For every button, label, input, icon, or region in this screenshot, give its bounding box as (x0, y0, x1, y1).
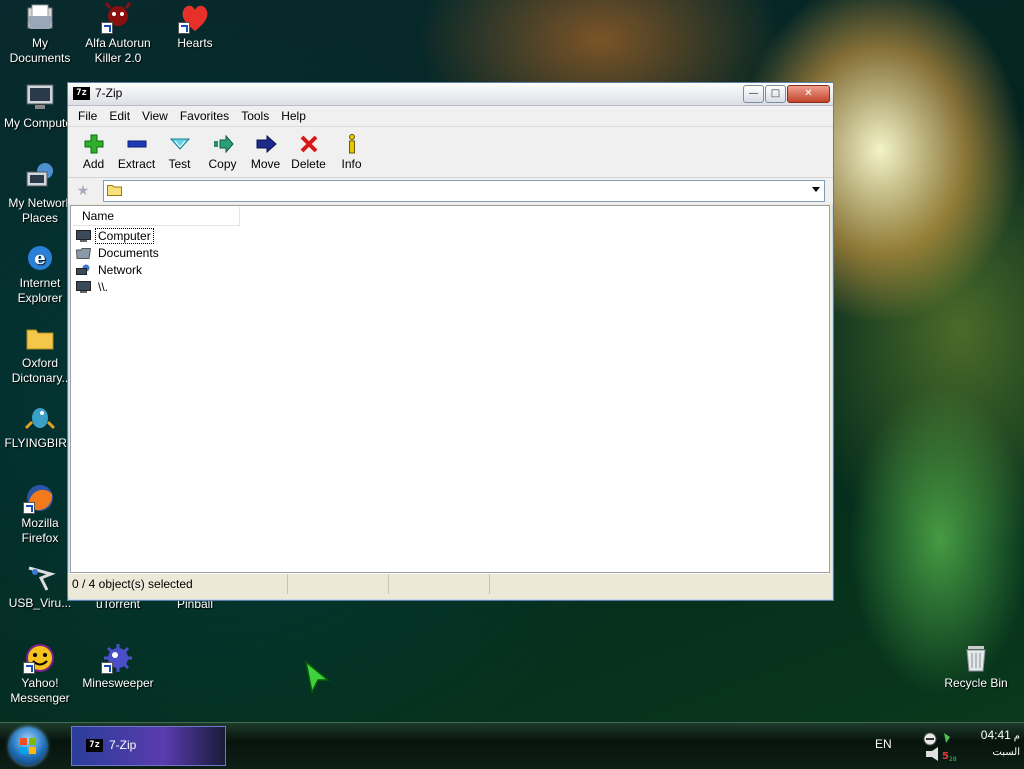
device-icon (76, 280, 92, 293)
desktop-icon-yahoo-messenger[interactable]: Yahoo! Messenger (0, 642, 80, 706)
hearts-icon (178, 2, 212, 34)
calendar-tray-icon[interactable]: 5 28 (942, 751, 957, 763)
my-computer-icon (23, 82, 57, 114)
close-button[interactable]: ✕ (787, 85, 830, 103)
recycle-bin-icon (959, 642, 993, 674)
minimize-button[interactable]: — (743, 85, 764, 103)
oxford-dictionary-folder-icon (23, 322, 57, 354)
flyingbird-icon (23, 402, 57, 434)
menu-favorites[interactable]: Favorites (174, 109, 235, 123)
menu-file[interactable]: File (72, 109, 103, 123)
move-icon (256, 134, 277, 154)
copy-icon (213, 134, 234, 154)
add-icon (84, 134, 103, 154)
toolbar: Add Extract Test Copy Move Delete Info (68, 127, 833, 178)
list-item[interactable]: Documents (76, 244, 161, 261)
address-combobox[interactable] (103, 180, 825, 202)
folder-icon (107, 184, 122, 199)
delete-button[interactable]: Delete (287, 127, 330, 177)
status-cell-info (490, 574, 824, 594)
svg-text:e: e (34, 248, 45, 269)
menu-help[interactable]: Help (275, 109, 312, 123)
move-button[interactable]: Move (244, 127, 287, 177)
mouse-cursor-icon (304, 660, 332, 697)
clock-ampm: م (1013, 731, 1020, 742)
7zip-window: 7z 7-Zip — □ ✕ File Edit View Favorites … (67, 82, 834, 601)
7zip-app-icon: 7z (73, 87, 90, 100)
file-list[interactable]: Name Computer Documents Network \\. (70, 205, 830, 573)
maximize-icon: □ (770, 88, 781, 99)
shortcut-arrow-icon (23, 662, 35, 674)
minesweeper-icon (101, 642, 135, 674)
yahoo-messenger-icon (23, 642, 57, 674)
menu-edit[interactable]: Edit (103, 109, 136, 123)
documents-icon (76, 246, 92, 259)
test-icon (169, 138, 190, 150)
language-indicator[interactable]: EN (875, 737, 892, 751)
internet-explorer-icon: e (23, 242, 57, 274)
list-item[interactable]: Network (76, 261, 161, 278)
minimize-icon: — (748, 88, 759, 99)
info-button[interactable]: Info (330, 127, 373, 177)
window-controls: — □ ✕ (743, 85, 830, 103)
usb-virus-icon (23, 562, 57, 594)
test-button[interactable]: Test (158, 127, 201, 177)
shortcut-arrow-icon (101, 662, 113, 674)
7zip-taskbar-icon: 7z (86, 739, 103, 752)
menu-bar: File Edit View Favorites Tools Help (68, 106, 833, 127)
taskbar: 7z 7-Zip EN 5 28 04:41 م السبت (0, 722, 1024, 769)
up-arrow-icon: ★ (76, 183, 90, 199)
status-selection: 0 / 4 object(s) selected (68, 574, 288, 594)
up-folder-button[interactable]: ★ (72, 182, 94, 200)
firefox-icon (23, 482, 57, 514)
desktop-icon-alfa-autorun-killer[interactable]: Alfa Autorun Killer 2.0 (78, 2, 158, 66)
network-tray-icon[interactable] (923, 732, 937, 746)
desktop-icon-my-documents[interactable]: My Documents (0, 2, 80, 66)
status-cell-packed (389, 574, 490, 594)
delete-icon (300, 135, 317, 153)
shortcut-arrow-icon (23, 502, 35, 514)
shortcut-arrow-icon (101, 22, 113, 34)
extract-button[interactable]: Extract (115, 127, 158, 177)
menu-view[interactable]: View (136, 109, 174, 123)
clock-day: السبت (992, 747, 1020, 758)
my-network-places-icon (23, 162, 57, 194)
close-icon: ✕ (804, 88, 813, 99)
address-bar: ★ (68, 178, 833, 204)
svg-text:28: 28 (949, 756, 957, 763)
desktop-icon-hearts[interactable]: Hearts (155, 2, 235, 51)
shortcut-arrow-icon (178, 22, 190, 34)
info-icon (348, 134, 355, 154)
window-title: 7-Zip (95, 86, 123, 100)
add-button[interactable]: Add (72, 127, 115, 177)
computer-icon (76, 229, 92, 242)
list-item[interactable]: Computer (76, 227, 161, 244)
dropdown-arrow-icon[interactable] (812, 187, 820, 192)
copy-button[interactable]: Copy (201, 127, 244, 177)
start-button[interactable] (9, 727, 47, 765)
extract-icon (127, 140, 146, 148)
my-documents-icon (23, 2, 57, 34)
taskbar-button-7zip[interactable]: 7z 7-Zip (71, 726, 226, 766)
volume-tray-icon[interactable] (926, 747, 938, 761)
system-tray: 5 28 (920, 729, 960, 763)
network-icon (76, 263, 92, 276)
maximize-button[interactable]: □ (765, 85, 786, 103)
desktop-icon-recycle-bin[interactable]: Recycle Bin (936, 642, 1016, 691)
recycle-tray-icon[interactable] (944, 733, 950, 743)
file-rows: Computer Documents Network \\. (76, 227, 161, 295)
alfa-autorun-killer-icon (101, 2, 135, 34)
clock[interactable]: 04:41 م السبت (962, 727, 1020, 761)
desktop-icon-minesweeper[interactable]: Minesweeper (78, 642, 158, 691)
title-bar[interactable]: 7z 7-Zip — □ ✕ (68, 83, 833, 106)
status-cell-size (288, 574, 389, 594)
clock-time: 04:41 (980, 728, 1011, 742)
column-header-name[interactable]: Name (73, 207, 240, 226)
svg-text:5: 5 (942, 751, 949, 762)
list-item[interactable]: \\. (76, 278, 161, 295)
menu-tools[interactable]: Tools (235, 109, 275, 123)
status-bar: 0 / 4 object(s) selected (68, 573, 829, 596)
